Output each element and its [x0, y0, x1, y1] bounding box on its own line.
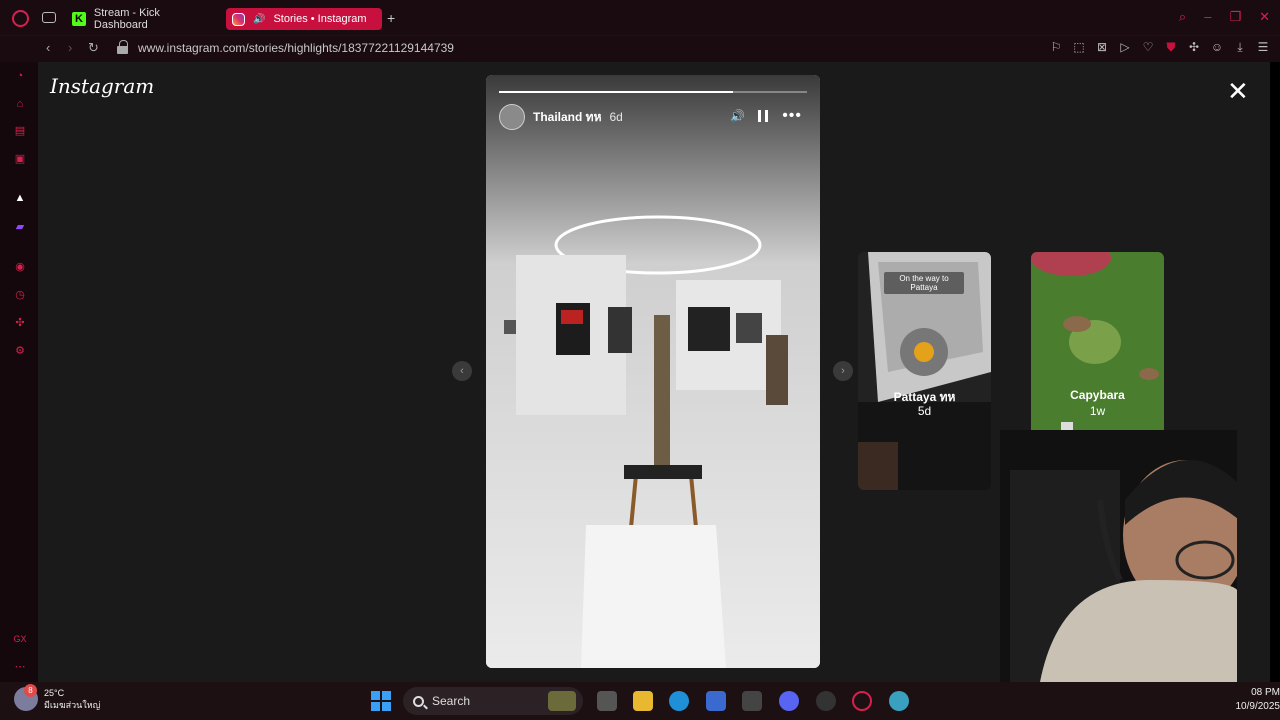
volume-icon[interactable]: 🔊 [730, 109, 745, 123]
close-story-button[interactable]: ✕ [1227, 78, 1249, 104]
adblock-icon[interactable]: ⊠ [1095, 40, 1109, 55]
widgets-app-icon[interactable] [548, 691, 576, 711]
downloads-icon[interactable]: ⤓ [1233, 40, 1247, 55]
story-controls: 🔊 ••• [730, 108, 802, 124]
search-tabs-icon[interactable]: ⌕ [1179, 9, 1186, 25]
story-header: Thailand ทห 6d [499, 103, 623, 131]
story-progress-fill [499, 91, 734, 93]
player-icon[interactable]: ◉ [12, 260, 28, 274]
file-explorer-icon[interactable] [633, 691, 653, 711]
gx-corner-icon[interactable]: ⌂ [12, 98, 28, 112]
snapshot-icon[interactable]: ⬚ [1072, 40, 1086, 55]
minimize-button[interactable]: – [1204, 9, 1211, 25]
story-progress-bar [499, 91, 807, 93]
next-story-button[interactable]: › [833, 361, 853, 381]
discord-icon[interactable] [779, 691, 799, 711]
store-icon[interactable] [706, 691, 726, 711]
notification-badge: 8 [24, 684, 37, 697]
gx-control-icon[interactable]: ◔ [12, 70, 28, 84]
menu-icon[interactable]: ☰ [1256, 40, 1270, 55]
browser-toolbar: ⚐ ⬚ ⊠ ▷ ♡ ⛊ ✣ ☺ ⤓ ☰ [1049, 40, 1270, 55]
streamer-image [1000, 430, 1237, 682]
webcam-overlay [1000, 430, 1237, 682]
extensions-icon[interactable]: ✣ [1187, 40, 1201, 55]
gx-icon[interactable]: GX [12, 634, 28, 648]
preview-caption: On the way to Pattaya [884, 272, 964, 294]
kick-icon: K [72, 12, 86, 26]
edge-icon[interactable] [669, 691, 689, 711]
previous-story-button[interactable]: ‹ [452, 361, 472, 381]
new-tab-button[interactable]: + [387, 10, 395, 26]
reload-button[interactable]: ↻ [88, 40, 99, 56]
clock-time: 08 PM [1251, 687, 1280, 698]
audio-playing-icon[interactable]: 🔊 [253, 14, 265, 25]
preview-title: Capybara [1070, 388, 1125, 402]
settings-icon[interactable]: ⚙ [12, 344, 28, 358]
instagram-icon [232, 12, 245, 26]
instagram-logo[interactable]: Instagram [50, 74, 154, 98]
preview-time: 5d [917, 404, 932, 418]
heart-icon[interactable]: ♡ [1141, 40, 1155, 55]
twitch-icon[interactable]: ▰ [12, 220, 28, 234]
weather-icon: 8 [14, 684, 38, 711]
search-label: Search [432, 694, 471, 708]
task-view-icon[interactable] [597, 691, 617, 711]
more-sidebar-icon[interactable]: ⋯ [12, 660, 28, 674]
ublock-shield-icon[interactable]: ⛊ [1164, 40, 1178, 55]
story-preview-pattaya[interactable]: On the way to Pattaya Pattaya ทห 5d [858, 252, 991, 490]
opera-logo-icon[interactable] [12, 10, 29, 27]
story-viewer[interactable]: Thailand ทห 6d 🔊 ••• [486, 75, 820, 668]
story-timestamp: 6d [609, 110, 623, 124]
restore-button[interactable]: ❐ [1229, 9, 1241, 25]
history-icon[interactable]: ◷ [12, 288, 28, 302]
play-icon[interactable]: ▷ [1118, 40, 1132, 55]
weather-text: 25°C มีเมฆส่วนใหญ่ [44, 687, 100, 711]
close-window-button[interactable]: ✕ [1259, 9, 1270, 25]
back-button[interactable]: ‹ [46, 40, 50, 55]
lock-icon[interactable] [117, 40, 128, 54]
pause-icon[interactable] [758, 110, 769, 122]
weather-temp: 25°C [44, 688, 65, 698]
profile-icon[interactable]: ☺ [1210, 40, 1224, 55]
weather-desc: มีเมฆส่วนใหญ่ [44, 700, 101, 710]
extensions-sidebar-icon[interactable]: ✣ [12, 316, 28, 330]
tab-instagram-stories[interactable]: 🔊 Stories • Instagram [226, 8, 382, 30]
tab-kick-dashboard[interactable]: K Stream - Kick Dashboard [66, 7, 222, 31]
browser-sidebar: ◔ ⌂ ▤ ▣ ▲ ▰ ◉ ◷ ✣ ⚙ GX ⋯ [0, 62, 38, 682]
windows-taskbar: 8 25°C มีเมฆส่วนใหญ่ Search 08 PM 10/9/2… [0, 682, 1280, 720]
windows-start-icon[interactable] [371, 691, 391, 711]
url-field[interactable]: www.instagram.com/stories/highlights/183… [138, 41, 454, 55]
app-icon[interactable] [742, 691, 762, 711]
more-options-icon[interactable]: ••• [782, 108, 802, 124]
browser-tabbar: K Stream - Kick Dashboard 🔊 Stories • In… [0, 0, 1280, 36]
obs-icon[interactable] [816, 691, 836, 711]
story-media [486, 75, 820, 668]
forward-button[interactable]: › [68, 40, 72, 55]
window-controls: ⌕ – ❐ ✕ [1179, 9, 1270, 25]
address-bar-row: ‹ › ↻ www.instagram.com/stories/highligh… [0, 36, 1280, 62]
story-username[interactable]: Thailand ทห [533, 108, 602, 127]
preview-time: 1w [1089, 404, 1106, 418]
tab-label: Stories • Instagram [273, 13, 367, 25]
news-icon[interactable]: ▤ [12, 124, 28, 138]
kick-sidebar-icon[interactable]: ▲ [12, 192, 28, 206]
bookmark-icon[interactable]: ⚐ [1049, 40, 1063, 55]
system-clock[interactable]: 08 PM 10/9/2025 [1236, 686, 1280, 714]
globe-app-icon[interactable] [889, 691, 909, 711]
search-icon [413, 695, 424, 707]
clock-date: 10/9/2025 [1235, 701, 1280, 712]
avatar[interactable] [499, 104, 525, 130]
tab-label: Stream - Kick Dashboard [93, 7, 160, 31]
weather-widget[interactable]: 8 25°C มีเมฆส่วนใหญ่ [14, 684, 100, 711]
tab-manager-icon[interactable] [42, 12, 56, 23]
opera-gx-taskbar-icon[interactable] [852, 691, 872, 711]
messenger-icon[interactable]: ▣ [12, 152, 28, 166]
